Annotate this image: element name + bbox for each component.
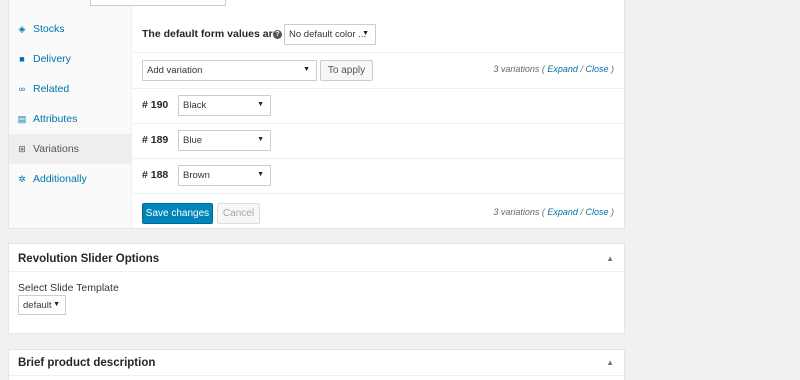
- chevron-down-icon: ▼: [303, 66, 310, 73]
- close-link[interactable]: Close: [585, 64, 608, 74]
- help-icon[interactable]: ?: [273, 30, 282, 39]
- add-variation-select-value: Add variation: [147, 65, 203, 76]
- slide-template-select[interactable]: default ▼: [18, 295, 66, 315]
- variation-row[interactable]: # 188 Brown ▼: [133, 159, 624, 194]
- tab-additionally[interactable]: ✲ Additionally: [9, 164, 132, 194]
- chevron-down-icon: ▼: [257, 136, 264, 143]
- link-icon: ∞: [18, 84, 26, 94]
- variation-color-value: Blue: [183, 135, 203, 146]
- product-data-tabs: ◈ Stocks ■ Delivery ∞ Related ▤ Attribut…: [9, 0, 132, 228]
- variation-number: # 188: [142, 169, 169, 181]
- tab-additionally-label: Additionally: [33, 173, 87, 185]
- tab-attributes[interactable]: ▤ Attributes: [9, 104, 132, 134]
- counter-separator: /: [580, 207, 583, 217]
- tab-stocks-label: Stocks: [33, 23, 65, 35]
- tab-attributes-label: Attributes: [33, 113, 78, 125]
- grid-icon: ⊞: [18, 143, 26, 154]
- variation-row[interactable]: # 189 Blue ▼: [133, 124, 624, 159]
- counter-separator: /: [580, 64, 583, 74]
- expand-link[interactable]: Expand: [547, 64, 578, 74]
- gear-icon: ✲: [18, 173, 26, 184]
- variation-row[interactable]: # 190 Black ▼: [133, 89, 624, 124]
- chevron-down-icon: ▼: [53, 301, 60, 308]
- chevron-down-icon: ▼: [362, 30, 369, 37]
- counter-paren-close: ): [611, 64, 614, 74]
- slide-template-label: Select Slide Template: [18, 282, 119, 294]
- brief-description-title: Brief product description: [18, 357, 156, 369]
- list-icon: ▤: [17, 113, 27, 124]
- variation-number: # 190: [142, 99, 169, 111]
- divider: [9, 375, 624, 376]
- tab-variations-label: Variations: [33, 143, 79, 155]
- defaults-row: The default form values are: ? No defaul…: [133, 0, 624, 53]
- brief-description-box: Brief product description ▲: [8, 349, 625, 380]
- toolbar-row: Add variation ▼ To apply 3 variations ( …: [133, 53, 624, 89]
- apply-button[interactable]: To apply: [320, 60, 373, 81]
- tab-stocks[interactable]: ◈ Stocks: [9, 14, 132, 44]
- tab-delivery-label: Delivery: [33, 53, 71, 65]
- divider: [9, 271, 624, 272]
- collapse-toggle-icon[interactable]: ▲: [606, 358, 614, 367]
- defaults-label: The default form values are:: [142, 28, 283, 40]
- top-cropped-input[interactable]: [90, 0, 226, 6]
- cancel-button[interactable]: Cancel: [217, 203, 260, 224]
- tab-related[interactable]: ∞ Related: [9, 74, 132, 104]
- expand-link[interactable]: Expand: [547, 207, 578, 217]
- chevron-down-icon: ▼: [257, 171, 264, 178]
- slide-template-value: default: [23, 299, 52, 311]
- variation-color-select[interactable]: Blue ▼: [178, 130, 271, 151]
- revolution-slider-box: Revolution Slider Options ▲ Select Slide…: [8, 243, 625, 334]
- counter-paren-close: ): [611, 207, 614, 217]
- counter-paren-open: (: [541, 207, 545, 217]
- counter-text: 3 variations: [493, 64, 540, 74]
- chevron-down-icon: ▼: [257, 101, 264, 108]
- close-link[interactable]: Close: [585, 207, 608, 217]
- add-variation-select[interactable]: Add variation ▼: [142, 60, 317, 81]
- variation-color-value: Brown: [183, 170, 210, 181]
- default-color-select-value: No default color ...: [289, 29, 367, 40]
- product-data-panel: ◈ Stocks ■ Delivery ∞ Related ▤ Attribut…: [8, 0, 625, 229]
- variation-color-value: Black: [183, 100, 207, 111]
- tag-icon: ◈: [18, 23, 26, 34]
- counter-text: 3 variations: [493, 207, 540, 217]
- variation-color-select[interactable]: Brown ▼: [178, 165, 271, 186]
- counter-paren-open: (: [541, 64, 545, 74]
- default-color-select[interactable]: No default color ... ▼: [284, 24, 376, 45]
- variations-counter-bottom: 3 variations ( Expand / Close ): [493, 207, 614, 217]
- save-changes-button[interactable]: Save changes: [142, 203, 213, 224]
- collapse-toggle-icon[interactable]: ▲: [606, 254, 614, 263]
- tab-related-label: Related: [33, 83, 70, 95]
- variations-counter: 3 variations ( Expand / Close ): [493, 64, 614, 74]
- variation-number: # 189: [142, 134, 169, 146]
- tab-delivery[interactable]: ■ Delivery: [9, 44, 132, 74]
- tab-variations[interactable]: ⊞ Variations: [9, 134, 132, 164]
- truck-icon: ■: [19, 54, 25, 64]
- variations-content: The default form values are: ? No defaul…: [133, 0, 624, 228]
- revolution-slider-title: Revolution Slider Options: [18, 253, 160, 265]
- variation-color-select[interactable]: Black ▼: [178, 95, 271, 116]
